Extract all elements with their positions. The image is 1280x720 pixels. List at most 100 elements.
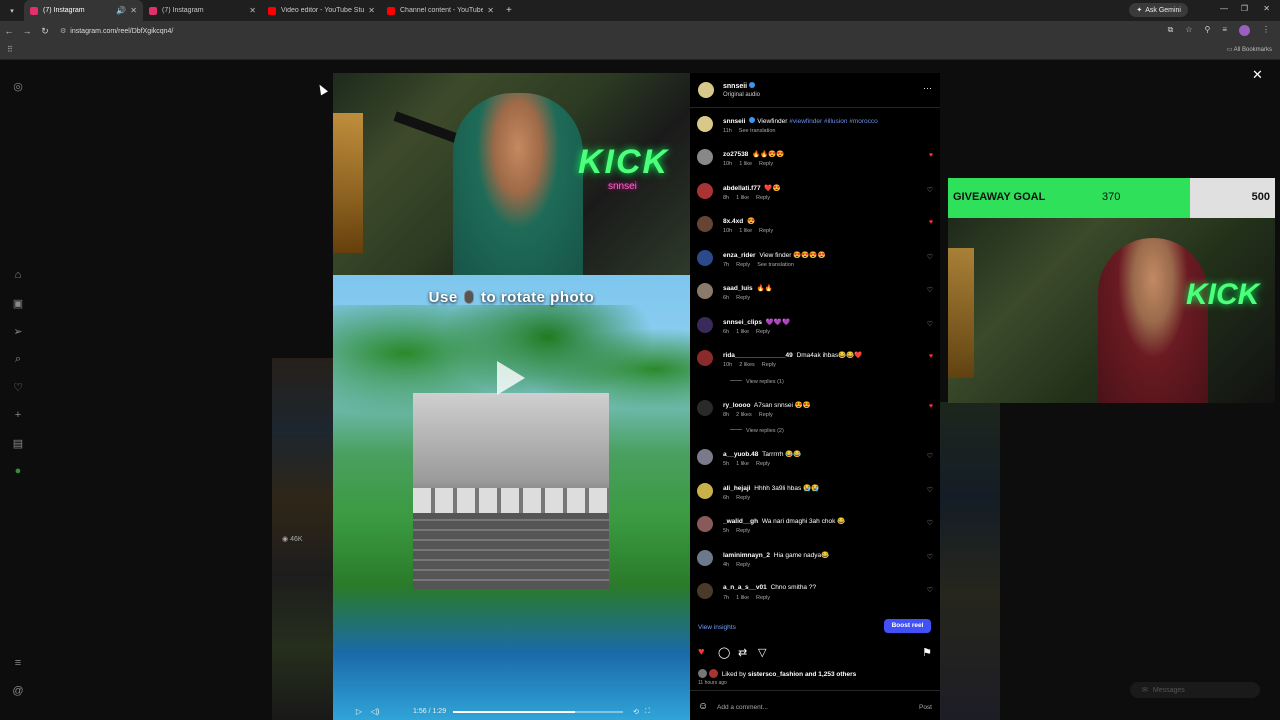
comment-like-icon[interactable]: ♥ xyxy=(929,403,933,410)
liked-by-user[interactable]: sistersco_fashion xyxy=(748,671,803,678)
author-avatar[interactable] xyxy=(698,82,714,98)
menu-icon[interactable]: ⋮ xyxy=(1262,25,1270,36)
media-icon[interactable]: ≡ xyxy=(1222,25,1227,36)
all-bookmarks-link[interactable]: ▭ All Bookmarks xyxy=(1227,46,1272,53)
reply-link[interactable]: Reply xyxy=(759,228,773,234)
comment-like-icon[interactable]: ♡ xyxy=(927,486,933,494)
comment-likes[interactable]: 1 like xyxy=(736,461,749,467)
reply-link[interactable]: Reply xyxy=(736,295,750,301)
extensions-icon[interactable]: ⚲ xyxy=(1204,25,1210,36)
tab-youtube-studio-content[interactable]: Channel content - YouTube Stu... ✕ xyxy=(381,0,500,21)
search-icon[interactable]: ⌕ xyxy=(10,353,26,369)
comment-like-icon[interactable]: ♡ xyxy=(927,553,933,561)
profile-avatar[interactable] xyxy=(1239,25,1250,36)
liked-by-others[interactable]: and 1,253 others xyxy=(805,671,856,678)
comment-username[interactable]: _walid__gh xyxy=(723,518,758,525)
commenter-avatar[interactable] xyxy=(697,583,713,599)
comment-like-icon[interactable]: ♡ xyxy=(927,286,933,294)
tab-instagram-2[interactable]: (7) Instagram ✕ xyxy=(143,0,262,21)
emoji-icon[interactable]: ☺ xyxy=(698,701,708,712)
like-icon[interactable]: ♥ xyxy=(698,646,705,658)
reply-link[interactable]: Reply xyxy=(736,562,750,568)
dashboard-icon[interactable]: ▤ xyxy=(10,437,26,453)
comment-likes[interactable]: 2 likes xyxy=(736,412,752,418)
commenter-avatar[interactable] xyxy=(697,283,713,299)
tab-search-icon[interactable]: ▾ xyxy=(4,3,20,19)
site-info-icon[interactable]: ⚙ xyxy=(60,28,66,35)
threads-icon[interactable]: @ xyxy=(10,685,26,701)
bookmark-star-icon[interactable]: ☆ xyxy=(1185,25,1192,36)
comment-username[interactable]: saad_luis xyxy=(723,285,753,292)
instagram-logo-icon[interactable]: ◎ xyxy=(10,80,26,96)
comment-like-icon[interactable]: ♡ xyxy=(927,586,933,594)
play-pause-icon[interactable]: ▷ xyxy=(351,707,367,716)
commenter-avatar[interactable] xyxy=(697,549,713,566)
close-window-icon[interactable]: ✕ xyxy=(1263,4,1270,13)
comment-username[interactable]: a__yuob.48 xyxy=(723,451,758,458)
fullscreen-icon[interactable]: ⛶ xyxy=(645,708,650,716)
comment-like-icon[interactable]: ♥ xyxy=(929,353,933,360)
reply-link[interactable]: Reply xyxy=(736,528,750,534)
video-progress-bar[interactable] xyxy=(453,710,623,713)
comment-likes[interactable]: 1 like xyxy=(736,329,749,335)
author-name[interactable]: snnseii xyxy=(723,82,756,90)
home-icon[interactable]: ⌂ xyxy=(10,269,26,285)
messages-nav-icon[interactable]: ➢ xyxy=(10,325,26,341)
commenter-avatar[interactable] xyxy=(697,149,713,165)
comment-icon[interactable]: ◯ xyxy=(718,646,730,659)
post-comment-button[interactable]: Post xyxy=(919,704,932,711)
reply-link[interactable]: Reply xyxy=(759,412,773,418)
hashtags[interactable]: #viewfinder #illusion #morocco xyxy=(789,118,878,125)
profile-icon[interactable]: ● xyxy=(10,465,26,481)
reels-icon[interactable]: ▣ xyxy=(10,297,26,313)
minimize-icon[interactable]: — xyxy=(1220,4,1228,13)
commenter-avatar[interactable] xyxy=(697,249,713,266)
reply-link[interactable]: Reply xyxy=(756,329,770,335)
ask-gemini-button[interactable]: ✦ Ask Gemini xyxy=(1129,3,1188,17)
comment-like-icon[interactable]: ♡ xyxy=(927,519,933,527)
comment-username[interactable]: ry_loooo xyxy=(723,402,750,409)
more-menu-icon[interactable]: ≡ xyxy=(10,657,26,673)
comment-like-icon[interactable]: ♡ xyxy=(927,253,933,261)
apps-grid-icon[interactable]: ⠿ xyxy=(7,45,13,54)
comment-username[interactable]: zo27538 xyxy=(723,151,748,158)
notifications-icon[interactable]: ♡ xyxy=(10,381,26,397)
comment-like-icon[interactable]: ♥ xyxy=(929,219,933,226)
reload-icon[interactable]: ↻ xyxy=(36,26,54,37)
forward-icon[interactable]: → xyxy=(18,26,36,36)
add-comment-input[interactable]: Add a comment... xyxy=(717,704,768,711)
view-insights-link[interactable]: View insights xyxy=(698,624,736,631)
play-icon[interactable] xyxy=(497,361,525,395)
commenter-avatar[interactable] xyxy=(697,449,713,465)
restore-icon[interactable]: ❐ xyxy=(1241,4,1248,13)
reply-link[interactable]: Reply xyxy=(762,362,776,368)
tab-close-icon[interactable]: ✕ xyxy=(130,6,137,15)
volume-icon[interactable]: ◁) xyxy=(367,707,383,716)
more-options-icon[interactable]: ··· xyxy=(923,83,932,93)
comment-username[interactable]: laminimnayn_2 xyxy=(723,552,770,559)
comment-username[interactable]: ali_hejaji xyxy=(723,485,750,492)
reply-link[interactable]: Reply xyxy=(756,461,770,467)
comment-likes[interactable]: 1 like xyxy=(739,161,752,167)
comment-username[interactable]: snnsei_clips xyxy=(723,319,762,326)
commenter-avatar[interactable] xyxy=(697,482,713,499)
new-tab-button[interactable]: + xyxy=(506,5,512,16)
comment-likes[interactable]: 1 like xyxy=(736,595,749,601)
commenter-avatar[interactable] xyxy=(697,350,713,366)
tab-audio-icon[interactable]: 🔊 xyxy=(116,6,126,15)
comment-username[interactable]: a_n_a_s__v01 xyxy=(723,584,767,591)
reply-link[interactable]: Reply xyxy=(736,262,750,268)
comment-likes[interactable]: 1 like xyxy=(736,195,749,201)
tab-close-icon[interactable]: ✕ xyxy=(487,6,494,15)
pip-icon[interactable]: ⟲ xyxy=(633,708,639,716)
see-translation-link[interactable]: See translation xyxy=(757,262,794,268)
reply-link[interactable]: Reply xyxy=(759,161,773,167)
see-translation-link[interactable]: See translation xyxy=(739,128,776,134)
tab-close-icon[interactable]: ✕ xyxy=(368,6,375,15)
comment-username[interactable]: abdellati.f77 xyxy=(723,185,761,192)
back-icon[interactable]: ← xyxy=(0,26,18,36)
view-replies-link[interactable]: View replies (1) xyxy=(730,379,784,385)
commenter-avatar[interactable] xyxy=(697,182,713,199)
reel-video[interactable]: KICK snnsei Use to rotate photo ▷ ◁) 1:5… xyxy=(333,73,690,720)
share-icon[interactable]: ▽ xyxy=(758,646,766,659)
